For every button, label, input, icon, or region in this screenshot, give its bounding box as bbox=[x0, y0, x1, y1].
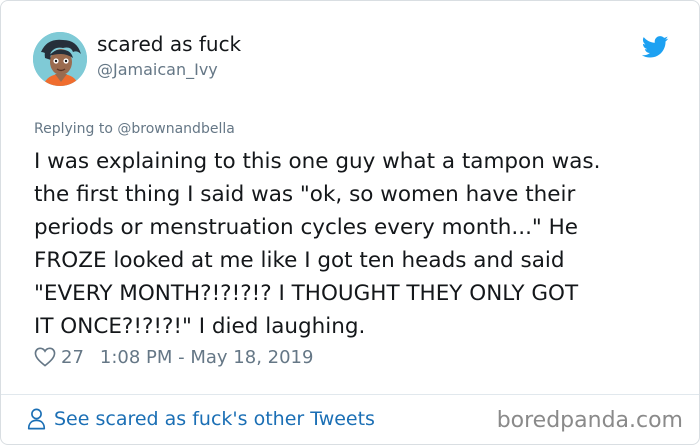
watermark: boredpanda.com bbox=[496, 408, 683, 433]
tweet-meta: 27 1:08 PM - May 18, 2019 bbox=[34, 344, 313, 370]
like-count: 27 bbox=[61, 346, 84, 368]
heart-icon[interactable] bbox=[34, 347, 56, 367]
avatar[interactable] bbox=[33, 32, 87, 86]
other-tweets-link[interactable]: See scared as fuck's other Tweets bbox=[27, 408, 375, 430]
twitter-bird-icon[interactable] bbox=[642, 36, 669, 58]
other-tweets-link-label[interactable]: See scared as fuck's other Tweets bbox=[54, 408, 375, 430]
timestamp[interactable]: 1:08 PM - May 18, 2019 bbox=[100, 347, 314, 368]
divider bbox=[1, 394, 699, 395]
display-name[interactable]: scared as fuck bbox=[97, 32, 241, 56]
replying-to-label: Replying to @brownandbella bbox=[34, 121, 235, 137]
person-icon bbox=[27, 408, 46, 430]
user-handle[interactable]: @Jamaican_Ivy bbox=[97, 60, 218, 79]
tweet-text: I was explaining to this one guy what a … bbox=[34, 149, 601, 339]
tweet-card: scared as fuck @Jamaican_Ivy Replying to… bbox=[0, 0, 700, 445]
